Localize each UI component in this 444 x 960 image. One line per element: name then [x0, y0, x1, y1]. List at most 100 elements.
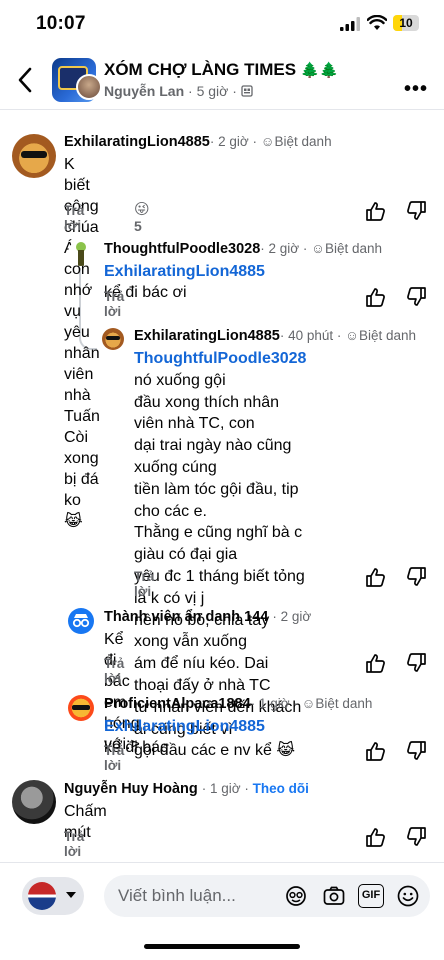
dislike-icon[interactable] — [406, 652, 428, 674]
comment-line: Thằng e cũng nghĩ bà c giàu có đại gia — [134, 524, 303, 564]
comment-author-name: ExhilaratingLion4885 — [64, 134, 210, 150]
comment-text: ExhilaratingLion4885 kể đi bác — [104, 716, 265, 758]
comment-line: nhà Tuấn Còi xong bị đá ko 😹 — [64, 387, 100, 530]
follow-button[interactable]: Theo dõi — [253, 781, 309, 796]
dislike-icon[interactable] — [406, 566, 428, 588]
comment-author-name: ExhilaratingLion4885 — [134, 328, 280, 344]
reply-button[interactable]: Trả lời — [104, 743, 124, 773]
comment-line: K biết công chúa Ánh còn nhớ vụ yêu nhân… — [64, 156, 100, 383]
comment-meta: · 1 giờ · — [250, 696, 302, 711]
mention-link[interactable]: ThoughtfulPoodle3028 — [134, 350, 306, 367]
comment-text: ExhilaratingLion4885 kể đi bác ơi — [104, 261, 265, 303]
nickname-badge: Biệt danh — [315, 696, 373, 711]
comment-placeholder: Viết bình luận... — [118, 886, 236, 905]
tree-emoji: 🌲🌲 — [300, 62, 339, 79]
comment-author[interactable]: ThoughtfulPoodle3028· 2 giờ · ☺Biệt danh — [104, 241, 382, 257]
comment-line: dại trai ngày nào cũng xuống cúng — [134, 437, 292, 476]
reaction-emoji: 😜 — [134, 201, 150, 218]
wifi-icon — [367, 15, 387, 30]
comment-author-name: ProficientAlpaca1884 — [104, 696, 251, 712]
like-icon[interactable] — [364, 740, 386, 762]
reply-button[interactable]: Trả lời — [64, 203, 84, 233]
mention-link[interactable]: ExhilaratingLion4885 — [104, 263, 265, 280]
sunglasses-icon — [21, 151, 47, 158]
dislike-icon[interactable] — [406, 826, 428, 848]
post-header: XÓM CHỢ LÀNG TIMES 🌲🌲 Nguyễn Lan · 5 giờ… — [0, 48, 444, 110]
comment-meta: · 2 giờ · — [209, 134, 261, 149]
like-icon[interactable] — [364, 826, 386, 848]
more-options-icon[interactable]: ••• — [404, 78, 428, 101]
reply-button[interactable]: Trả lời — [104, 656, 124, 686]
comment-author[interactable]: Thành viên ẩn danh 144 · 2 giờ — [104, 609, 311, 625]
group-name[interactable]: XÓM CHỢ LÀNG TIMES 🌲🌲 — [104, 60, 338, 80]
reply-button[interactable]: Trả lời — [134, 569, 154, 599]
lion-avatar[interactable] — [102, 328, 124, 350]
composer-avatar — [28, 882, 56, 910]
reaction-summary[interactable]: 😜 5 — [134, 200, 150, 234]
comment-line: đầu xong thích nhân viên nhà TC, con — [134, 393, 280, 433]
comment-author[interactable]: ProficientAlpaca1884· 1 giờ · ☺Biệt danh — [104, 696, 372, 712]
post-age: 5 giờ — [196, 83, 229, 99]
comment-author[interactable]: Nguyễn Huy Hoàng · 1 giờ · Theo dõi — [64, 781, 309, 797]
comment-meta: · 2 giờ — [272, 609, 312, 624]
battery-level: 10 — [399, 16, 413, 30]
user-avatar[interactable] — [12, 780, 56, 824]
nickname-icon: ☺ — [345, 328, 359, 343]
dislike-icon[interactable] — [406, 286, 428, 308]
alpaca-avatar[interactable] — [68, 695, 94, 721]
dislike-icon[interactable] — [406, 200, 428, 222]
profile-switcher[interactable] — [22, 877, 84, 915]
comment-author-name: ThoughtfulPoodle3028 — [104, 241, 261, 257]
battery-icon: 10 — [393, 15, 419, 31]
anonymous-avatar[interactable] — [68, 608, 94, 634]
comment-line-text: nó xuống gội — [134, 371, 226, 389]
comment-meta: · 40 phút · — [279, 328, 346, 343]
nickname-badge: Biệt danh — [274, 134, 332, 149]
nickname-icon: ☺ — [311, 241, 325, 256]
dislike-icon[interactable] — [406, 740, 428, 762]
comment-line: tiền làm tóc gội đầu, tip cho các e. — [134, 480, 299, 520]
comment-meta: · 1 giờ · — [201, 781, 253, 796]
nickname-icon: ☺ — [301, 696, 316, 711]
like-icon[interactable] — [364, 200, 386, 222]
camera-icon[interactable] — [322, 884, 346, 908]
like-icon[interactable] — [364, 286, 386, 308]
poodle-avatar[interactable] — [68, 240, 94, 266]
comment-line: ám để níu kéo. Dai thoại đấy ở nhà TC — [134, 655, 271, 694]
signal-icon — [340, 17, 360, 31]
like-icon[interactable] — [364, 652, 386, 674]
nickname-badge: Biệt danh — [358, 328, 416, 343]
status-time: 10:07 — [36, 13, 86, 34]
gif-icon[interactable]: GIF — [358, 884, 384, 908]
poster-name[interactable]: Nguyễn Lan — [104, 83, 184, 99]
avatar-sticker-icon[interactable] — [284, 884, 308, 908]
sunglasses-icon — [72, 705, 90, 710]
emoji-icon[interactable] — [396, 884, 420, 908]
comment-line: yêu đc 1 tháng biết tỏng là k có vị j — [134, 567, 305, 607]
status-bar: 10:07 10 — [0, 0, 444, 48]
group-name-text: XÓM CHỢ LÀNG TIMES — [104, 60, 297, 79]
poster-avatar[interactable] — [76, 74, 102, 100]
comment-line: ThoughtfulPoodle3028 nó xuống gội — [134, 348, 306, 392]
gif-label: GIF — [361, 889, 381, 901]
comment-input[interactable]: Viết bình luận... GIF — [104, 875, 430, 917]
comment-author[interactable]: ExhilaratingLion4885· 2 giờ · ☺Biệt danh — [64, 134, 332, 150]
lion-avatar[interactable] — [12, 134, 56, 178]
sunglasses-icon — [106, 336, 120, 340]
reaction-count: 5 — [134, 218, 142, 234]
poster-line: Nguyễn Lan · 5 giờ · — [104, 83, 253, 99]
comment-author[interactable]: ExhilaratingLion4885· 40 phút · ☺Biệt da… — [134, 328, 416, 344]
reply-button[interactable]: Trả lời — [104, 289, 124, 319]
reply-button[interactable]: Trả lời — [64, 829, 84, 859]
comment-author-name: Nguyễn Huy Hoàng — [64, 781, 198, 797]
like-icon[interactable] — [364, 566, 386, 588]
avatar-body — [78, 250, 84, 266]
anonymous-icon — [72, 614, 90, 628]
comment-meta: · 2 giờ · — [260, 241, 312, 256]
nickname-badge: Biệt danh — [324, 241, 382, 256]
mention-link[interactable]: ExhilaratingLion4885 — [104, 718, 265, 735]
chevron-down-icon — [66, 892, 76, 898]
back-arrow-icon[interactable] — [14, 66, 38, 94]
home-indicator — [144, 944, 300, 949]
group-audience-icon — [241, 85, 253, 97]
